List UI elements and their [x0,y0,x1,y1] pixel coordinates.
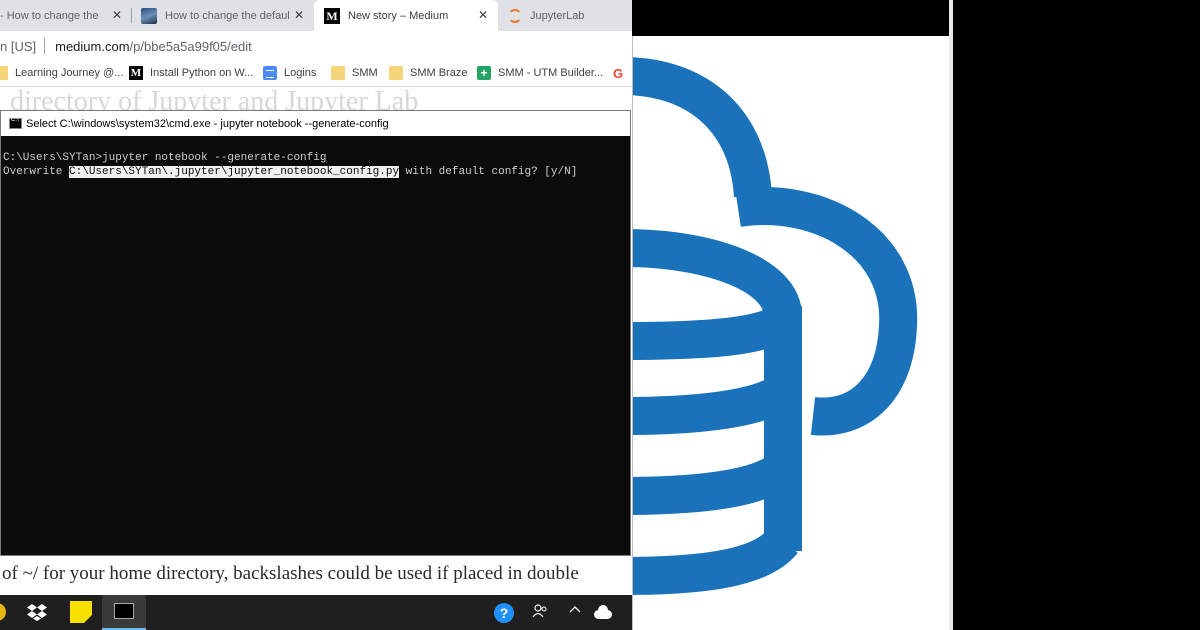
windows-taskbar: ? [0,595,632,630]
cmd-window[interactable]: Select C:\windows\system32\cmd.exe - jup… [0,110,631,556]
bookmark-learning-journey[interactable]: Learning Journey @... [0,66,123,80]
google-docs-icon [263,66,277,80]
folder-icon [0,66,8,80]
close-icon[interactable]: ✕ [478,8,488,22]
tab-how-to-change-1[interactable]: - How to change the J ✕ [0,0,130,31]
command-prompt-icon [9,117,22,129]
tab-how-to-change-2[interactable]: How to change the default ✕ [132,0,312,31]
tab-label: - How to change the J [0,9,102,22]
sticky-notes-icon[interactable] [70,601,92,623]
browser-screenshot: - How to change the J ✕ How to change th… [0,0,632,630]
article-paragraph: of ~/ for your home directory, backslash… [2,563,579,584]
command-prompt-icon[interactable] [102,595,146,630]
cmd-title-bar[interactable]: Select C:\windows\system32\cmd.exe - jup… [1,111,630,136]
cmd-output[interactable]: C:\Users\SYTan>jupyter notebook --genera… [1,136,630,179]
bookmark-install-python[interactable]: M Install Python on W... [129,66,253,80]
black-margin [953,0,1200,630]
medium-icon: M [129,66,143,80]
jupyter-icon [508,8,522,23]
url-text[interactable]: medium.com/p/bbe5a5a99f05/edit [55,39,252,54]
black-bar [632,0,949,36]
selected-path: C:\Users\SYTan\.jupyter\jupyter_notebook… [69,166,400,178]
people-icon[interactable] [532,603,554,625]
tab-label: New story – Medium [348,9,449,22]
image-thumbnail-icon [141,7,157,24]
tab-label: JupyterLab [530,9,585,22]
tab-strip: - How to change the J ✕ How to change th… [0,0,632,31]
bookmark-google[interactable]: G [613,66,623,81]
address-bar[interactable]: n [US] medium.com/p/bbe5a5a99f05/edit [0,31,632,61]
app-icon[interactable] [0,603,6,621]
jupyter-config-logo [632,36,949,630]
dropbox-icon[interactable] [26,601,48,623]
onedrive-icon[interactable] [594,605,612,619]
bookmark-smm-braze[interactable]: SMM Braze [389,66,467,80]
bookmark-logins[interactable]: Logins [263,66,316,80]
tab-jupyterlab[interactable]: JupyterLab [500,0,632,31]
tab-new-story-medium[interactable]: M New story – Medium ✕ [314,0,498,31]
database-cloud-icon [633,57,918,595]
bookmark-smm[interactable]: SMM [331,66,378,80]
close-icon[interactable]: ✕ [112,8,122,22]
google-sheets-icon: + [477,66,491,80]
help-icon[interactable]: ? [494,603,514,623]
close-icon[interactable]: ✕ [294,8,304,22]
security-indicator: n [US] [0,38,37,54]
tab-label: How to change the default [165,9,289,22]
cmd-line: Overwrite C:\Users\SYTan\.jupyter\jupyte… [3,166,578,178]
chevron-up-icon[interactable] [569,604,591,626]
folder-icon [331,66,345,80]
bookmark-smm-utm-builder[interactable]: + SMM - UTM Builder... [477,66,603,80]
cmd-line: C:\Users\SYTan>jupyter notebook --genera… [3,152,327,164]
folder-icon [389,66,403,80]
cmd-title: Select C:\windows\system32\cmd.exe - jup… [26,117,389,130]
medium-icon: M [324,7,340,24]
google-icon: G [613,66,624,81]
bookmarks-bar: Learning Journey @... M Install Python o… [0,61,632,87]
